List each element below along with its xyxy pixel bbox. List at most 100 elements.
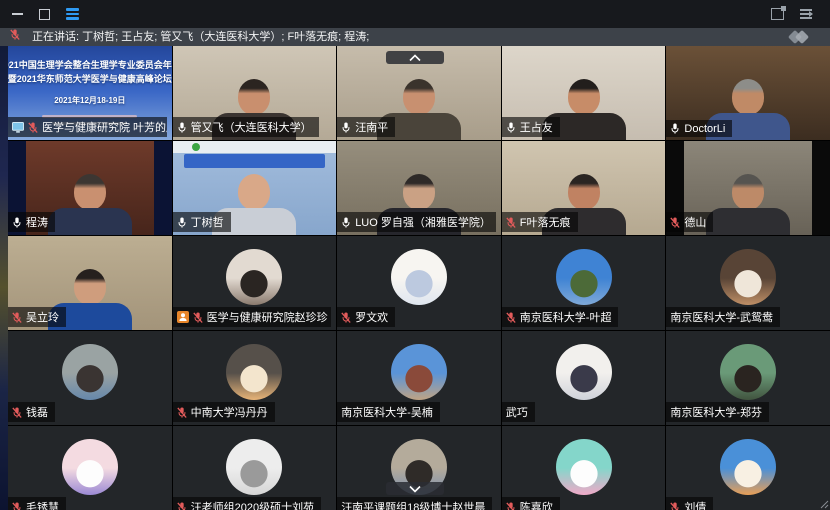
tile-label: 丁树哲	[173, 212, 231, 232]
participant-face	[732, 79, 764, 115]
participant-tile[interactable]: 南京医科大学-叶超	[502, 236, 666, 330]
participant-tile[interactable]: 吴立玲	[8, 236, 172, 330]
participant-tile[interactable]: DoctorLi	[666, 46, 830, 140]
avatar	[556, 439, 612, 495]
participant-tile[interactable]: 南京医科大学-武鸳鸯	[666, 236, 830, 330]
mic-on-icon	[177, 216, 187, 229]
scroll-down-button[interactable]	[386, 482, 444, 495]
tile-label: 程涛	[8, 212, 55, 232]
participant-tile[interactable]: 中南大学冯丹丹	[173, 331, 337, 425]
participant-body	[48, 208, 132, 235]
participant-name: 医学与健康研究院 叶芳的屏幕共享	[42, 119, 167, 135]
exit-fullscreen-icon[interactable]	[800, 9, 812, 19]
mic-on-icon	[12, 216, 22, 229]
participant-tile[interactable]: 程涛	[8, 141, 172, 235]
tile-label: 毛锈慧	[8, 497, 66, 510]
resize-handle[interactable]	[820, 500, 829, 509]
participant-tile[interactable]: 王占友	[502, 46, 666, 140]
slide-date: 2021年12月18-19日	[54, 95, 125, 106]
avatar	[720, 249, 776, 305]
mic-on-icon	[506, 121, 516, 134]
mic-muted-icon	[28, 121, 38, 134]
scroll-up-button[interactable]	[386, 51, 444, 64]
tile-label: 陈嘉欣	[502, 497, 560, 510]
participant-face	[403, 174, 435, 210]
participant-tile[interactable]: 德山	[666, 141, 830, 235]
participant-name: 钱磊	[26, 404, 48, 420]
participant-name: 丁树哲	[191, 214, 224, 230]
avatar	[556, 344, 612, 400]
participant-tile[interactable]: 罗文欢	[337, 236, 501, 330]
tile-label: 王占友	[502, 117, 560, 137]
participant-body	[706, 208, 790, 235]
maximize-icon[interactable]	[39, 9, 50, 20]
participant-name: 南京医科大学-郑芬	[670, 404, 762, 420]
mic-muted-icon	[670, 501, 680, 510]
speaking-banner: 正在讲话: 丁树哲; 王占友; 管又飞（大连医科大学）; F叶落无痕; 程涛;	[0, 28, 830, 46]
participant-face	[732, 174, 764, 210]
participant-tile[interactable]: 武巧	[502, 331, 666, 425]
slide-title-line2: 暨2021华东师范大学医学与健康高峰论坛	[8, 73, 172, 87]
mic-muted-icon	[12, 406, 22, 419]
slide-title-line1: 2021中国生理学会整合生理学专业委员会年会	[8, 59, 172, 73]
participant-name: 汪南平	[355, 119, 388, 135]
avatar	[226, 249, 282, 305]
participant-name: 武巧	[506, 404, 528, 420]
participant-tile[interactable]: 南京医科大学-郑芬	[666, 331, 830, 425]
avatar	[720, 439, 776, 495]
tile-label: 汪老师组2020级硕士刘苑	[173, 497, 321, 510]
participant-tile[interactable]: 刘倩	[666, 426, 830, 510]
participant-name: 王占友	[520, 119, 553, 135]
video-stage: 2021中国生理学会整合生理学专业委员会年会暨2021华东师范大学医学与健康高峰…	[0, 46, 830, 510]
participant-tile[interactable]: LUO 罗自强（湘雅医学院）	[337, 141, 501, 235]
participant-tile[interactable]: 2021中国生理学会整合生理学专业委员会年会暨2021华东师范大学医学与健康高峰…	[8, 46, 172, 140]
menu-icon[interactable]	[66, 8, 79, 20]
participant-tile[interactable]: 医学与健康研究院赵珍珍	[173, 236, 337, 330]
tile-label: 武巧	[502, 402, 535, 422]
participant-name: 中南大学冯丹丹	[191, 404, 268, 420]
participant-tile[interactable]: 毛锈慧	[8, 426, 172, 510]
participant-tile[interactable]: 钱磊	[8, 331, 172, 425]
avatar	[62, 344, 118, 400]
tile-label: 管又飞（大连医科大学）	[173, 117, 319, 137]
participant-tile[interactable]: 南京医科大学-吴楠	[337, 331, 501, 425]
participant-name: 德山	[684, 214, 706, 230]
tile-label: 南京医科大学-郑芬	[666, 402, 769, 422]
avatar	[226, 344, 282, 400]
tile-label: 钱磊	[8, 402, 55, 422]
mic-on-icon	[341, 121, 351, 134]
participant-tile[interactable]: 汪老师组2020级硕士刘苑	[173, 426, 337, 510]
desktop-wallpaper-strip	[0, 46, 8, 510]
mic-muted-icon	[506, 501, 516, 510]
participant-tile[interactable]: 陈嘉欣	[502, 426, 666, 510]
switch-layout-icon[interactable]	[771, 8, 784, 20]
participant-tile[interactable]: F叶落无痕	[502, 141, 666, 235]
mic-on-icon	[177, 121, 187, 134]
tile-label: 南京医科大学-叶超	[502, 307, 619, 327]
screen-share-icon	[12, 122, 24, 133]
participant-name: 汪老师组2020级硕士刘苑	[191, 499, 314, 510]
participant-name: 汪南平课题组18级博士赵世晨	[341, 499, 485, 510]
participant-tile[interactable]: 管又飞（大连医科大学）	[173, 46, 337, 140]
chevron-down-icon	[409, 485, 421, 493]
mic-muted-icon	[12, 311, 22, 324]
minimize-icon[interactable]	[12, 13, 23, 15]
participant-name: 刘倩	[684, 499, 706, 510]
tile-label: 医学与健康研究院赵珍珍	[173, 307, 332, 327]
participant-name: 南京医科大学-武鸳鸯	[670, 309, 773, 325]
mic-on-icon	[670, 122, 680, 135]
tile-label: DoctorLi	[666, 120, 732, 137]
participant-name: 毛锈慧	[26, 499, 59, 510]
participant-name: 医学与健康研究院赵珍珍	[207, 309, 328, 325]
tile-label: 汪南平课题组18级博士赵世晨	[337, 497, 492, 510]
presenter-badge-icon	[177, 311, 189, 323]
participant-tile[interactable]: 丁树哲	[173, 141, 337, 235]
virtual-bg-logo-strip	[173, 141, 337, 153]
mic-muted-icon	[10, 28, 20, 41]
avatar	[226, 439, 282, 495]
participant-name: LUO 罗自强（湘雅医学院）	[355, 214, 491, 230]
participant-tile[interactable]: 汪南平课题组18级博士赵世晨	[337, 426, 501, 510]
participant-face	[74, 174, 106, 210]
tile-label: 中南大学冯丹丹	[173, 402, 275, 422]
participant-name: 南京医科大学-吴楠	[341, 404, 433, 420]
